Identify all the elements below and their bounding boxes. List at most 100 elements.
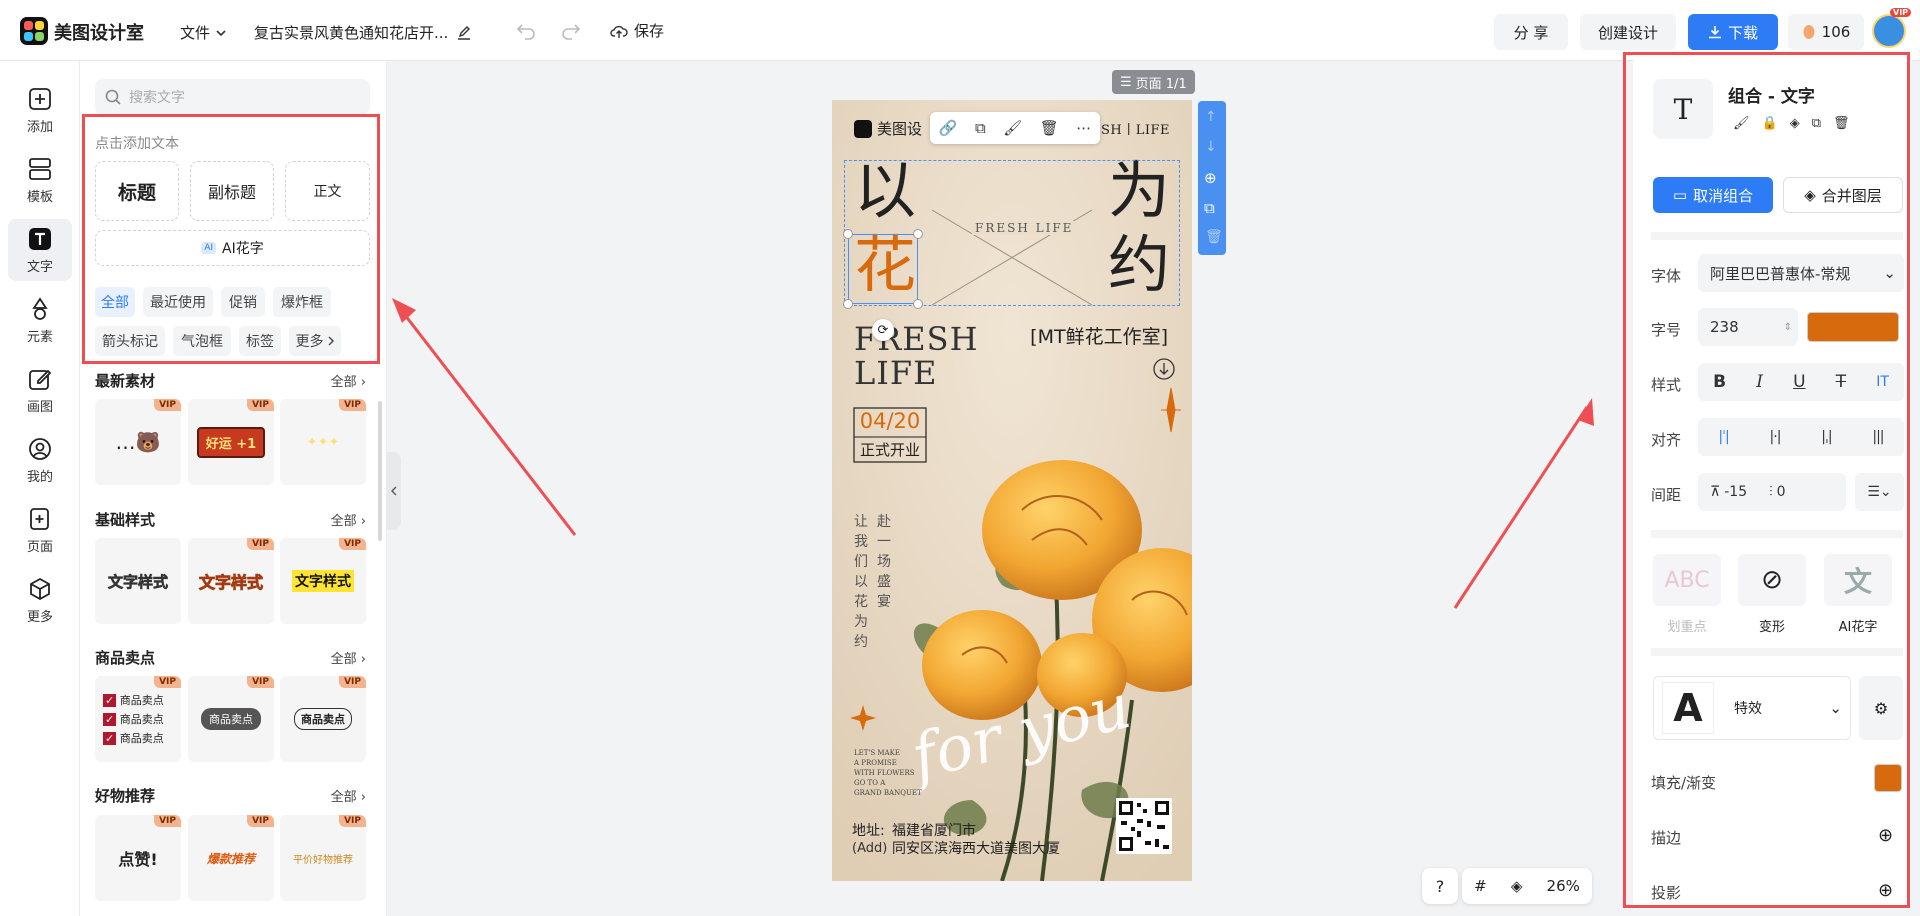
rail-draw[interactable]: 画图 [8, 359, 72, 421]
redo-icon[interactable] [561, 22, 581, 40]
chip-explosion[interactable]: 爆炸框 [273, 287, 331, 317]
ai-text-button[interactable]: AI AI花字 [95, 230, 370, 266]
resize-handle[interactable] [843, 299, 853, 309]
chip-promo[interactable]: 促销 [221, 287, 265, 317]
see-all-selling[interactable]: 全部 › [331, 648, 366, 667]
rail-mine[interactable]: 我的 [8, 429, 72, 491]
material-tile[interactable]: VIP ✦✦✦ [280, 399, 366, 485]
selling-tile[interactable]: VIP ✓ 商品卖点 ✓ 商品卖点 ✓ 商品卖点 [95, 676, 181, 762]
goods-tile[interactable]: VIP 平价好物推荐 [280, 815, 366, 901]
app-logo[interactable] [20, 17, 48, 45]
line-spacing-value[interactable]: 0 [1777, 484, 1786, 500]
move-down-icon[interactable]: ↓ [1205, 139, 1217, 155]
resize-handle[interactable] [913, 229, 923, 239]
undo-icon[interactable] [516, 22, 536, 40]
delete-icon[interactable]: 🗑 [1833, 116, 1850, 131]
poster-canvas[interactable]: 美图设 FRESH丨LIFE 以 花 为 约 FRESH LIFE FRESH … [832, 100, 1192, 881]
share-button[interactable]: 分 享 [1494, 14, 1568, 50]
list-style-select[interactable]: ☰⌄ [1855, 473, 1904, 511]
rail-add[interactable]: 添加 [8, 79, 72, 141]
chip-more[interactable]: 更多 [289, 326, 341, 356]
style-tile[interactable]: 文字样式 [95, 538, 181, 624]
selected-text-box[interactable] [848, 234, 918, 304]
transform-effect-icon[interactable]: ⊘ [1738, 554, 1806, 606]
resize-handle[interactable] [913, 299, 923, 309]
add-stroke-icon[interactable]: ⊕ [1878, 825, 1893, 846]
stepper-icon[interactable]: ⇕ [1784, 322, 1792, 333]
download-button[interactable]: 下载 [1688, 14, 1778, 50]
search-input[interactable]: 搜索文字 [95, 79, 370, 115]
underline-icon[interactable]: U [1793, 372, 1805, 392]
chip-all[interactable]: 全部 [95, 287, 135, 317]
align-bottom-icon[interactable]: |ˌ| [1821, 429, 1832, 445]
letter-spacing-value[interactable]: -15 [1724, 484, 1747, 500]
format-painter-icon[interactable]: 🖌 [1733, 116, 1750, 131]
merge-layers-button[interactable]: ◈ 合并图层 [1783, 177, 1903, 213]
credits-button[interactable]: 106 [1788, 14, 1864, 50]
bold-icon[interactable]: B [1713, 372, 1726, 392]
zoom-level[interactable]: 26% [1547, 877, 1580, 895]
italic-icon[interactable]: I [1756, 372, 1763, 392]
doc-title[interactable]: 复古实景风黄色通知花店开... [254, 22, 472, 43]
chip-tag[interactable]: 标签 [239, 326, 281, 356]
font-size-input[interactable]: 238 ⇕ [1698, 308, 1798, 346]
material-tile[interactable]: VIP 好运 +1 [188, 399, 274, 485]
edit-icon[interactable] [456, 25, 472, 41]
copy-page-icon[interactable]: ⧉ [1204, 199, 1215, 217]
grid-icon[interactable]: # [1474, 877, 1487, 895]
avatar[interactable]: VIP [1872, 8, 1912, 48]
resize-handle[interactable] [843, 229, 853, 239]
distribute-icon[interactable]: ||| [1872, 429, 1884, 445]
lock-icon[interactable]: 🔒 [1762, 116, 1778, 131]
chip-arrow[interactable]: 箭头标记 [95, 326, 165, 356]
help-icon[interactable]: ? [1422, 868, 1458, 904]
file-menu[interactable]: 文件 [180, 22, 227, 43]
page-indicator[interactable]: ☰ 页面 1/1 [1112, 70, 1195, 94]
see-all-basic[interactable]: 全部 › [331, 510, 366, 529]
duplicate-icon[interactable]: ⧉ [975, 119, 986, 137]
rail-text[interactable]: 文字 [8, 219, 72, 281]
effect-settings-icon[interactable]: ⚙ [1859, 676, 1903, 740]
goods-tile[interactable]: VIP 爆款推荐 [188, 815, 274, 901]
font-select[interactable]: 阿里巴巴普惠体-常规 ⌄ [1698, 254, 1904, 292]
rail-element[interactable]: 元素 [8, 289, 72, 351]
layers-icon[interactable]: ◈ [1511, 877, 1523, 895]
align-top-icon[interactable]: |ˈ| [1718, 429, 1729, 445]
create-design-button[interactable]: 创建设计 [1580, 14, 1676, 50]
vertical-text-icon[interactable]: IT [1876, 374, 1889, 390]
chip-bubble[interactable]: 气泡框 [173, 326, 231, 356]
style-tile[interactable]: VIP 文字样式 [188, 538, 274, 624]
panel-scrollbar[interactable] [378, 401, 382, 541]
add-subtitle-button[interactable]: 副标题 [190, 161, 274, 221]
ungroup-button[interactable]: ▭ 取消组合 [1653, 177, 1773, 213]
add-body-button[interactable]: 正文 [285, 161, 370, 221]
rail-page[interactable]: 页面 [8, 499, 72, 561]
duplicate-icon[interactable]: ⧉ [1812, 116, 1821, 131]
selling-tile[interactable]: VIP 商品卖点 [188, 676, 274, 762]
material-tile[interactable]: VIP …🐻 [95, 399, 181, 485]
rotate-handle-icon[interactable]: ⟳ [872, 319, 894, 341]
fill-color-swatch[interactable] [1874, 764, 1902, 792]
strikethrough-icon[interactable]: T [1836, 372, 1846, 392]
layers-icon[interactable]: ◈ [1790, 116, 1800, 131]
see-all-latest[interactable]: 全部 › [331, 371, 366, 390]
align-middle-icon[interactable]: |·| [1770, 429, 1782, 445]
text-color-swatch[interactable] [1807, 312, 1899, 342]
chip-recent[interactable]: 最近使用 [143, 287, 213, 317]
collapse-panel-button[interactable] [387, 452, 401, 530]
goods-tile[interactable]: VIP 点赞! [95, 815, 181, 901]
style-tile[interactable]: VIP 文字样式 [280, 538, 366, 624]
add-title-button[interactable]: 标题 [95, 161, 179, 221]
add-icon[interactable]: ⊕ [1204, 169, 1217, 187]
selling-tile[interactable]: VIP 商品卖点 [280, 676, 366, 762]
format-painter-icon[interactable]: 🖌 [1003, 119, 1022, 137]
save-button[interactable]: 保存 [610, 20, 664, 41]
more-icon[interactable]: ⋯ [1076, 119, 1091, 137]
rail-more[interactable]: 更多 [8, 569, 72, 631]
add-shadow-icon[interactable]: ⊕ [1878, 880, 1893, 901]
rail-template[interactable]: 模板 [8, 149, 72, 211]
ai-flower-text-icon[interactable]: 文 [1824, 554, 1892, 606]
see-all-goods[interactable]: 全部 › [331, 786, 366, 805]
highlight-effect-icon[interactable]: ABC [1653, 554, 1721, 606]
move-up-icon[interactable]: ↑ [1205, 109, 1217, 125]
